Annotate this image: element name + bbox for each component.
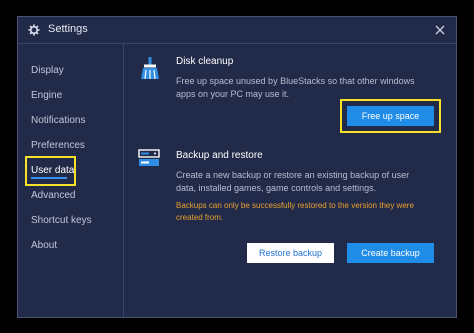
sidebar-item-about[interactable]: About bbox=[31, 240, 57, 251]
sidebar-item-notifications[interactable]: Notifications bbox=[31, 115, 85, 126]
window-title: Settings bbox=[48, 23, 88, 35]
sidebar-item-engine[interactable]: Engine bbox=[31, 90, 62, 101]
sidebar: Display Engine Notifications Preferences… bbox=[18, 44, 124, 317]
content-panel: Disk cleanup Free up space unused by Blu… bbox=[124, 44, 456, 317]
create-backup-button[interactable]: Create backup bbox=[347, 243, 434, 263]
sidebar-item-advanced[interactable]: Advanced bbox=[31, 190, 75, 201]
free-up-space-button[interactable]: Free up space bbox=[347, 106, 434, 126]
backup-restore-title: Backup and restore bbox=[176, 150, 263, 161]
backup-restore-description-line1: Create a new backup or restore an existi… bbox=[176, 170, 410, 180]
close-icon[interactable] bbox=[432, 22, 448, 38]
sidebar-item-display[interactable]: Display bbox=[31, 65, 64, 76]
highlight-box bbox=[25, 156, 76, 186]
sidebar-item-shortcut-keys[interactable]: Shortcut keys bbox=[31, 215, 92, 226]
gear-icon bbox=[28, 24, 40, 36]
disk-cleanup-description-line1: Free up space unused by BlueStacks so th… bbox=[176, 76, 415, 86]
sidebar-item-preferences[interactable]: Preferences bbox=[31, 140, 85, 151]
disk-cleanup-title: Disk cleanup bbox=[176, 56, 234, 67]
backup-restore-description-line2: data, installed games, game controls and… bbox=[176, 183, 377, 193]
settings-window: Settings Display Engine Notifications Pr… bbox=[17, 16, 457, 318]
disk-cleanup-description-line2: apps on your PC may use it. bbox=[176, 89, 290, 99]
backup-warning-line2: created from. bbox=[176, 213, 224, 222]
broom-icon bbox=[141, 57, 159, 80]
backup-icon bbox=[138, 149, 160, 166]
title-bar: Settings bbox=[18, 17, 456, 44]
backup-warning-line1: Backups can only be successfully restore… bbox=[176, 201, 414, 210]
restore-backup-button[interactable]: Restore backup bbox=[247, 243, 334, 263]
